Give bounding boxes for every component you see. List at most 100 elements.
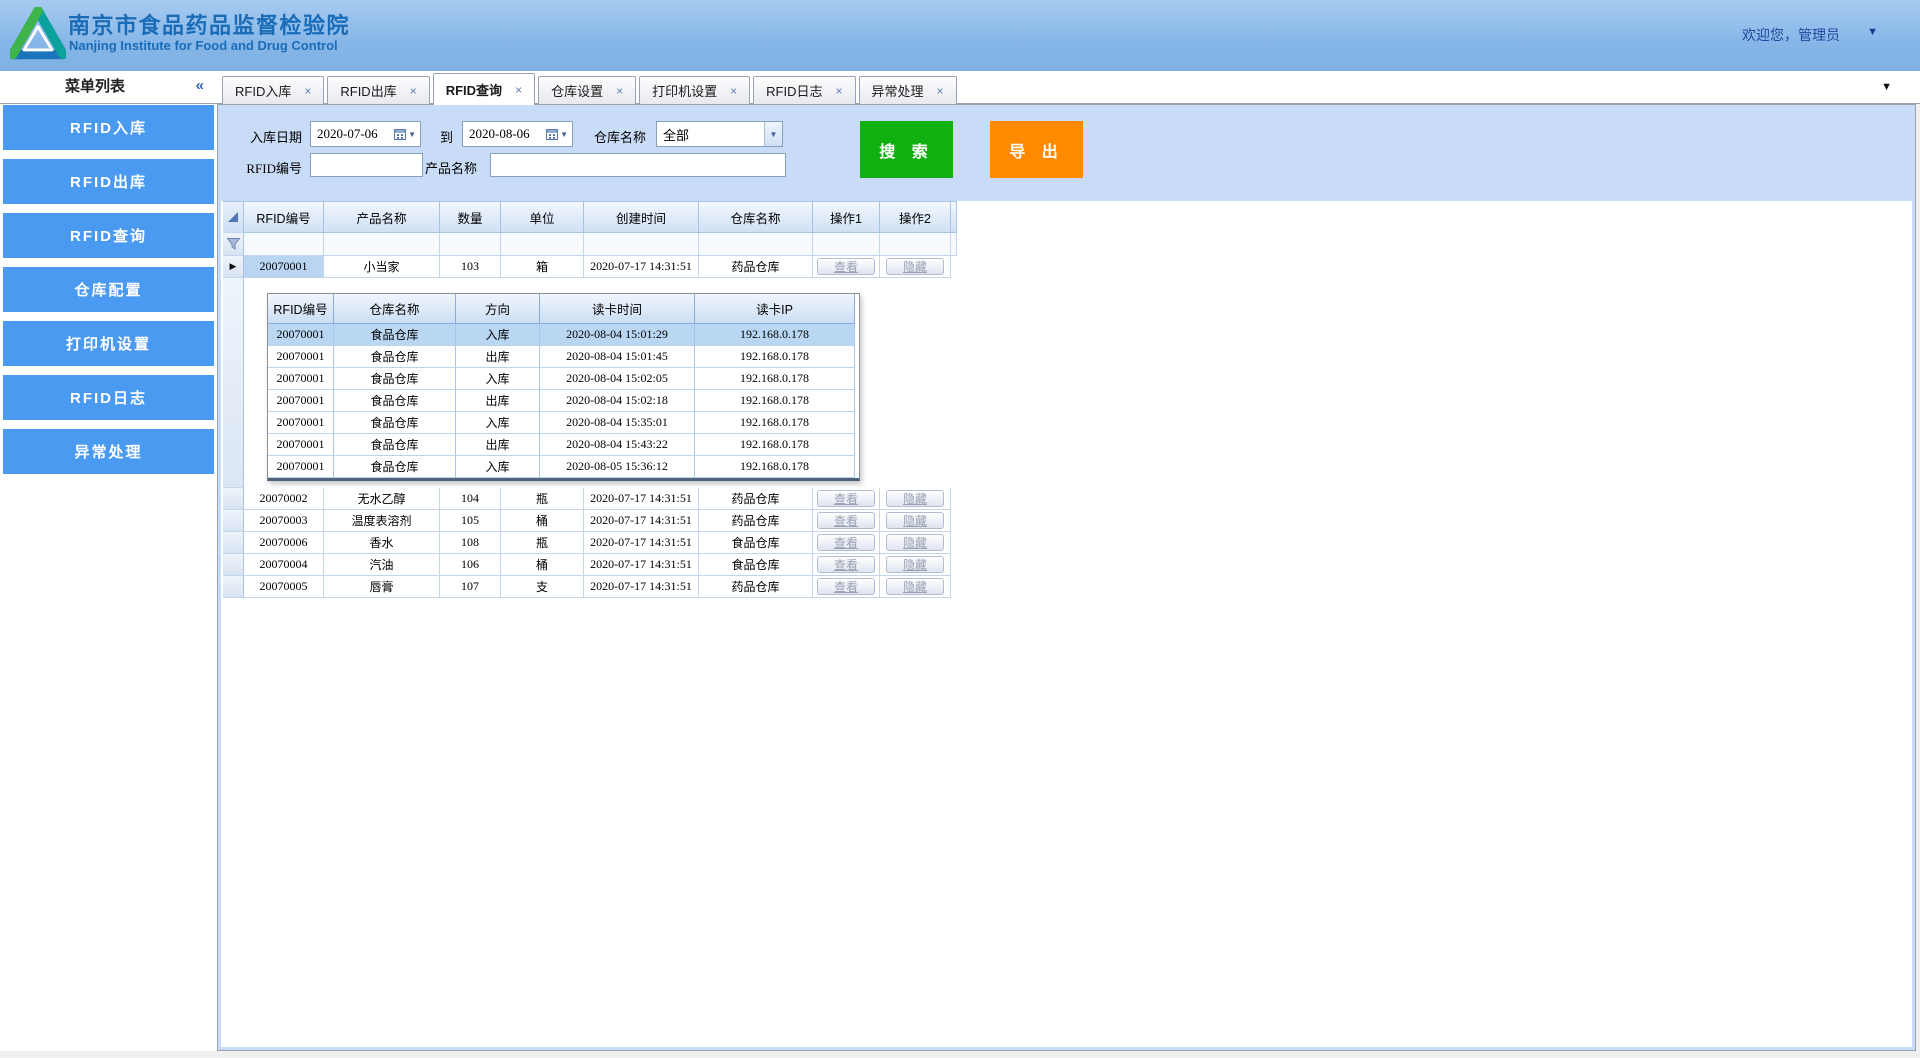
hide-button[interactable]: 隐藏	[886, 258, 944, 275]
sidebar-item-rfid-out[interactable]: RFID出库	[3, 159, 214, 204]
hide-button[interactable]: 隐藏	[886, 534, 944, 551]
cell-created[interactable]: 2020-07-17 14:31:51	[584, 576, 699, 598]
row-gutter[interactable]	[223, 488, 244, 510]
hide-button[interactable]: 隐藏	[886, 556, 944, 573]
detail-column-warehouse[interactable]: 仓库名称	[334, 294, 456, 324]
cell-unit[interactable]: 桶	[501, 510, 584, 532]
cell-rfid[interactable]: 20070003	[244, 510, 324, 532]
column-header-qty[interactable]: 数量	[440, 201, 501, 233]
date-from-caret-icon[interactable]: ▼	[408, 130, 416, 139]
view-button[interactable]: 查看	[817, 578, 875, 595]
view-button[interactable]: 查看	[817, 512, 875, 529]
tab-close-icon[interactable]: ×	[730, 84, 737, 98]
cell-created[interactable]: 2020-07-17 14:31:51	[584, 532, 699, 554]
sidebar-item-printer-settings[interactable]: 打印机设置	[3, 321, 214, 366]
column-header-product[interactable]: 产品名称	[324, 201, 440, 233]
date-from-picker[interactable]: 2020-07-06 ▼	[310, 121, 421, 147]
cell-qty[interactable]: 108	[440, 532, 501, 554]
sidebar-item-rfid-in[interactable]: RFID入库	[3, 105, 214, 150]
cell-product[interactable]: 温度表溶剂	[324, 510, 440, 532]
cell-unit[interactable]: 支	[501, 576, 584, 598]
view-button[interactable]: 查看	[817, 490, 875, 507]
date-to-caret-icon[interactable]: ▼	[560, 130, 568, 139]
cell-warehouse[interactable]: 食品仓库	[699, 532, 813, 554]
column-header-created[interactable]: 创建时间	[584, 201, 699, 233]
sidebar-collapse-button[interactable]: «	[196, 71, 204, 103]
tab-overflow-caret-icon[interactable]: ▼	[1881, 81, 1892, 93]
date-to-picker[interactable]: 2020-08-06 ▼	[462, 121, 573, 147]
column-header-op2[interactable]: 操作2	[880, 201, 951, 233]
rfid-code-input[interactable]	[310, 153, 423, 177]
product-name-input[interactable]	[490, 153, 786, 177]
cell-qty[interactable]: 106	[440, 554, 501, 576]
filter-cell[interactable]	[880, 233, 951, 256]
detail-column-direction[interactable]: 方向	[456, 294, 540, 324]
cell-warehouse[interactable]: 药品仓库	[699, 256, 813, 278]
sidebar-item-rfid-log[interactable]: RFID日志	[3, 375, 214, 420]
tab-close-icon[interactable]: ×	[616, 84, 623, 98]
cell-created[interactable]: 2020-07-17 14:31:51	[584, 488, 699, 510]
sidebar-item-rfid-query[interactable]: RFID查询	[3, 213, 214, 258]
tab-rfid-log[interactable]: RFID日志 ×	[753, 76, 855, 104]
cell-qty[interactable]: 104	[440, 488, 501, 510]
view-button[interactable]: 查看	[817, 534, 875, 551]
filter-row-gutter[interactable]	[223, 233, 244, 256]
cell-unit[interactable]: 桶	[501, 554, 584, 576]
detail-column-readtime[interactable]: 读卡时间	[540, 294, 695, 324]
row-gutter[interactable]	[223, 510, 244, 532]
cell-unit[interactable]: 箱	[501, 256, 584, 278]
cell-product[interactable]: 小当家	[324, 256, 440, 278]
cell-product[interactable]: 唇膏	[324, 576, 440, 598]
filter-cell[interactable]	[501, 233, 584, 256]
detail-row[interactable]: 20070001 食品仓库 出库 2020-08-04 15:01:45 192…	[268, 346, 859, 368]
detail-row[interactable]: 20070001 食品仓库 入库 2020-08-04 15:01:29 192…	[268, 324, 859, 346]
detail-row[interactable]: 20070001 食品仓库 入库 2020-08-04 15:35:01 192…	[268, 412, 859, 434]
warehouse-dropdown-button[interactable]: ▼	[764, 122, 782, 146]
table-row[interactable]: 20070003 温度表溶剂 105 桶 2020-07-17 14:31:51…	[223, 510, 951, 532]
cell-created[interactable]: 2020-07-17 14:31:51	[584, 554, 699, 576]
detail-row[interactable]: 20070001 食品仓库 入库 2020-08-04 15:02:05 192…	[268, 368, 859, 390]
cell-rfid[interactable]: 20070004	[244, 554, 324, 576]
column-header-warehouse[interactable]: 仓库名称	[699, 201, 813, 233]
column-header-op1[interactable]: 操作1	[813, 201, 880, 233]
filter-cell[interactable]	[584, 233, 699, 256]
tab-rfid-in[interactable]: RFID入库 ×	[222, 76, 324, 104]
user-menu-caret-icon[interactable]: ▼	[1867, 26, 1878, 38]
grid-select-all-cell[interactable]	[223, 201, 244, 233]
hide-button[interactable]: 隐藏	[886, 578, 944, 595]
column-header-rfid[interactable]: RFID编号	[244, 201, 324, 233]
filter-cell[interactable]	[699, 233, 813, 256]
cell-created[interactable]: 2020-07-17 14:31:51	[584, 510, 699, 532]
tab-printer-settings[interactable]: 打印机设置 ×	[639, 76, 750, 104]
table-row[interactable]: 20070002 无水乙醇 104 瓶 2020-07-17 14:31:51 …	[223, 488, 951, 510]
cell-qty[interactable]: 107	[440, 576, 501, 598]
sidebar-item-exception-handling[interactable]: 异常处理	[3, 429, 214, 474]
cell-qty[interactable]: 105	[440, 510, 501, 532]
detail-row[interactable]: 20070001 食品仓库 出库 2020-08-04 15:02:18 192…	[268, 390, 859, 412]
search-button[interactable]: 搜 索	[860, 121, 953, 178]
filter-cell[interactable]	[324, 233, 440, 256]
tab-exception-handling[interactable]: 异常处理 ×	[859, 76, 957, 104]
tab-rfid-out[interactable]: RFID出库 ×	[327, 76, 429, 104]
table-row[interactable]: ▶ 20070001 小当家 103 箱 2020-07-17 14:31:51…	[223, 256, 951, 278]
tab-close-icon[interactable]: ×	[410, 84, 417, 98]
cell-warehouse[interactable]: 食品仓库	[699, 554, 813, 576]
hide-button[interactable]: 隐藏	[886, 490, 944, 507]
cell-warehouse[interactable]: 药品仓库	[699, 488, 813, 510]
table-row[interactable]: 20070006 香水 108 瓶 2020-07-17 14:31:51 食品…	[223, 532, 951, 554]
filter-cell[interactable]	[244, 233, 324, 256]
cell-rfid[interactable]: 20070006	[244, 532, 324, 554]
detail-row[interactable]: 20070001 食品仓库 入库 2020-08-05 15:36:12 192…	[268, 456, 859, 478]
cell-product[interactable]: 香水	[324, 532, 440, 554]
row-gutter[interactable]	[223, 554, 244, 576]
detail-column-rfid[interactable]: RFID编号	[268, 294, 334, 324]
table-row[interactable]: 20070005 唇膏 107 支 2020-07-17 14:31:51 药品…	[223, 576, 951, 598]
sidebar-item-warehouse-config[interactable]: 仓库配置	[3, 267, 214, 312]
export-button[interactable]: 导 出	[990, 121, 1083, 178]
cell-warehouse[interactable]: 药品仓库	[699, 576, 813, 598]
cell-rfid[interactable]: 20070001	[244, 256, 324, 278]
cell-rfid[interactable]: 20070002	[244, 488, 324, 510]
row-gutter[interactable]	[223, 532, 244, 554]
view-button[interactable]: 查看	[817, 556, 875, 573]
column-header-unit[interactable]: 单位	[501, 201, 584, 233]
